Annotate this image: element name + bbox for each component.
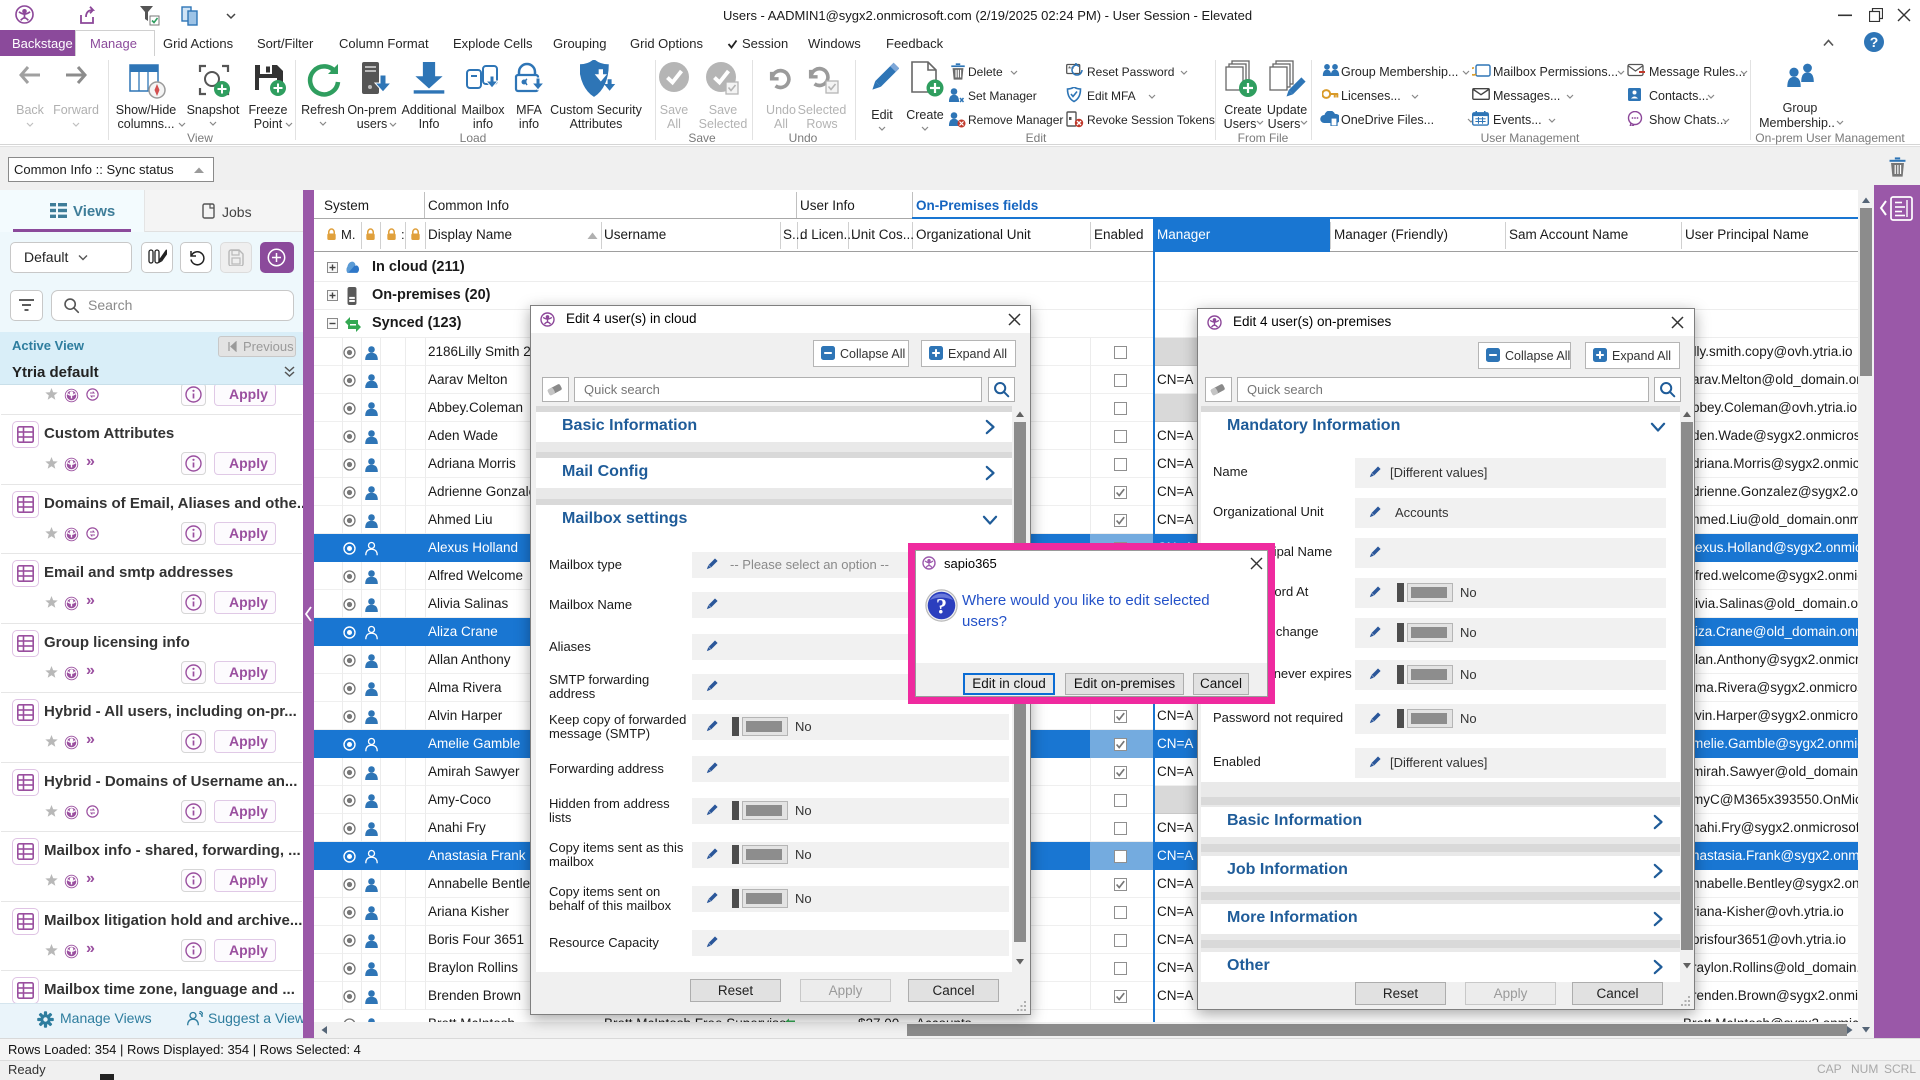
svg-text:?: ? xyxy=(936,594,947,619)
svg-text:?: ? xyxy=(1870,34,1879,50)
